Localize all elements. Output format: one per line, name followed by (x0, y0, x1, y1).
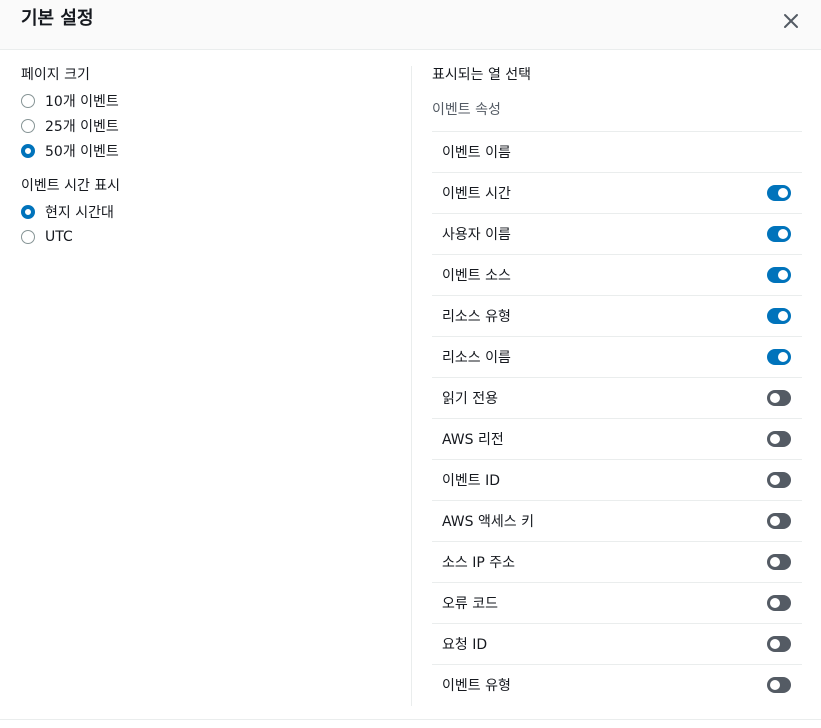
toggle-knob (778, 311, 788, 321)
page-size-option-50[interactable]: 50개 이벤트 (21, 138, 401, 163)
column-option-row: 요청 ID (432, 624, 802, 665)
column-toggle[interactable] (767, 308, 791, 324)
right-column: 표시되는 열 선택 이벤트 속성 이벤트 이름이벤트 시간사용자 이름이벤트 소… (432, 66, 802, 705)
column-option-label: AWS 리전 (442, 432, 504, 448)
column-option-label: 오류 코드 (442, 596, 498, 612)
column-option-label: 이벤트 소스 (442, 268, 511, 284)
radio-checked-icon (21, 143, 35, 158)
columns-title: 표시되는 열 선택 (432, 67, 532, 83)
page-size-option-10[interactable]: 10개 이벤트 (21, 88, 401, 113)
column-toggle[interactable] (767, 636, 791, 652)
column-option-label: 소스 IP 주소 (442, 555, 515, 571)
radio-checked-icon (21, 204, 35, 219)
toggle-knob (770, 557, 780, 567)
column-option-row: 이벤트 유형 (432, 665, 802, 705)
toggle-knob (778, 229, 788, 239)
column-option-label: 사용자 이름 (442, 227, 511, 243)
time-display-option-local[interactable]: 현지 시간대 (21, 199, 401, 224)
column-toggle[interactable] (767, 513, 791, 529)
left-column: 페이지 크기 10개 이벤트 25개 이벤트 50개 이벤트 이벤트 시간 표시… (21, 66, 401, 249)
page-size-label: 페이지 크기 (21, 67, 90, 83)
page-size-option-25[interactable]: 25개 이벤트 (21, 113, 401, 138)
radio-label: 현지 시간대 (45, 204, 114, 221)
column-option-label: 요청 ID (442, 637, 488, 653)
radio-label: 25개 이벤트 (45, 118, 119, 135)
column-option-label: 읽기 전용 (442, 391, 498, 407)
radio-label: 10개 이벤트 (45, 93, 119, 110)
column-option-label: 이벤트 이름 (442, 145, 511, 161)
radio-label: 50개 이벤트 (45, 143, 119, 160)
columns-list: 이벤트 이름이벤트 시간사용자 이름이벤트 소스리소스 유형리소스 이름읽기 전… (432, 132, 802, 705)
column-option-label: 이벤트 시간 (442, 186, 511, 202)
column-toggle[interactable] (767, 185, 791, 201)
column-divider (411, 66, 412, 706)
radio-icon (21, 229, 35, 244)
column-toggle[interactable] (767, 554, 791, 570)
column-option-row: 오류 코드 (432, 583, 802, 624)
toggle-knob (770, 598, 780, 608)
page-size-radio-group: 10개 이벤트 25개 이벤트 50개 이벤트 (21, 88, 401, 163)
time-display-option-utc[interactable]: UTC (21, 224, 401, 249)
column-option-label: 이벤트 ID (442, 473, 500, 489)
toggle-knob (770, 680, 780, 690)
column-option-row: 이벤트 ID (432, 460, 802, 501)
column-toggle[interactable] (767, 677, 791, 693)
close-button[interactable] (780, 10, 802, 32)
close-icon (784, 14, 798, 28)
toggle-knob (778, 352, 788, 362)
time-display-radio-group: 현지 시간대 UTC (21, 199, 401, 249)
column-option-row: 이벤트 시간 (432, 173, 802, 214)
column-option-label: 리소스 유형 (442, 309, 511, 325)
column-toggle[interactable] (767, 595, 791, 611)
column-option-row: 이벤트 이름 (432, 132, 802, 173)
toggle-knob (770, 475, 780, 485)
toggle-knob (770, 434, 780, 444)
toggle-knob (770, 516, 780, 526)
modal-header: 기본 설정 (0, 0, 821, 50)
column-option-row: 리소스 이름 (432, 337, 802, 378)
column-option-row: 사용자 이름 (432, 214, 802, 255)
column-option-row: 읽기 전용 (432, 378, 802, 419)
toggle-knob (778, 270, 788, 280)
column-option-row: AWS 액세스 키 (432, 501, 802, 542)
radio-icon (21, 93, 35, 108)
column-toggle[interactable] (767, 349, 791, 365)
radio-label: UTC (45, 228, 73, 245)
time-display-label: 이벤트 시간 표시 (21, 178, 121, 194)
column-option-label: AWS 액세스 키 (442, 514, 534, 530)
column-toggle[interactable] (767, 390, 791, 406)
column-option-row: 소스 IP 주소 (432, 542, 802, 583)
toggle-knob (770, 393, 780, 403)
columns-group-label: 이벤트 속성 (432, 101, 802, 132)
column-toggle[interactable] (767, 267, 791, 283)
toggle-knob (778, 188, 788, 198)
column-toggle[interactable] (767, 226, 791, 242)
toggle-knob (770, 639, 780, 649)
column-option-label: 이벤트 유형 (442, 678, 511, 694)
column-option-row: AWS 리전 (432, 419, 802, 460)
column-option-row: 이벤트 소스 (432, 255, 802, 296)
modal-title: 기본 설정 (21, 8, 94, 29)
radio-icon (21, 118, 35, 133)
column-option-row: 리소스 유형 (432, 296, 802, 337)
column-toggle[interactable] (767, 472, 791, 488)
footer-divider (0, 719, 821, 720)
column-toggle[interactable] (767, 431, 791, 447)
column-option-label: 리소스 이름 (442, 350, 511, 366)
